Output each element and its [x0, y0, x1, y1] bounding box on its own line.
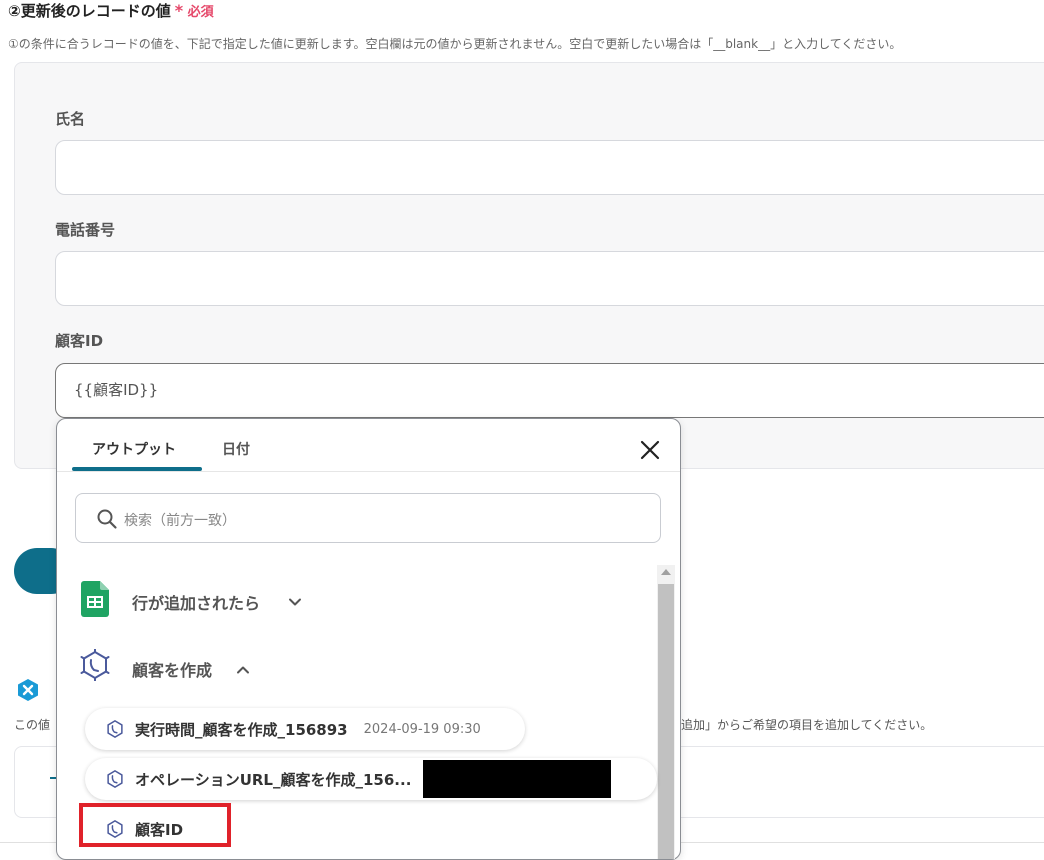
group-create-customer[interactable]: 顧客を作成	[132, 657, 212, 681]
output-item-value: 2024-09-19 09:30	[363, 721, 481, 737]
tab-date[interactable]: 日付	[222, 439, 250, 459]
close-icon[interactable]	[637, 437, 663, 463]
hidden-section-desc-left: この値	[14, 718, 51, 732]
chevron-down-icon[interactable]	[288, 595, 302, 609]
chevron-up-icon[interactable]	[236, 663, 250, 677]
field-label-phone: 電話番号	[55, 221, 116, 239]
crm-hexagon-icon	[107, 770, 123, 788]
output-picker-popup: アウトプット 日付 検索（前方一致） 行が追加されたら 顧客を作成 実行時間_顧…	[56, 418, 681, 860]
search-icon	[97, 509, 117, 529]
hexagon-x-icon	[18, 679, 38, 701]
required-badge: * 必須	[175, 1, 214, 20]
scrollbar-thumb[interactable]	[658, 584, 674, 859]
section-title: ②更新後のレコードの値 * 必須	[8, 0, 214, 21]
crm-hexagon-icon	[80, 649, 110, 681]
field-label-name: 氏名	[55, 110, 86, 128]
field-label-customer-id: 顧客ID	[55, 332, 104, 350]
customer-id-input[interactable]: {{顧客ID}}	[55, 363, 1044, 418]
output-item-name: オペレーションURL_顧客を作成_156...	[135, 770, 412, 789]
tab-output[interactable]: アウトプット	[92, 439, 176, 459]
output-item-exec-time[interactable]: 実行時間_顧客を作成_156893 2024-09-19 09:30	[85, 708, 525, 750]
name-input[interactable]	[55, 140, 1044, 195]
section-title-text: ②更新後のレコードの値	[8, 2, 171, 20]
search-box[interactable]: 検索（前方一致）	[75, 493, 661, 543]
scroll-up-arrow-icon[interactable]	[661, 569, 671, 575]
hidden-section-desc-right: 追加」からご希望の項目を追加してください。	[681, 718, 933, 732]
google-sheets-icon	[81, 581, 109, 617]
search-input[interactable]: 検索（前方一致）	[124, 510, 236, 530]
output-item-name: 実行時間_顧客を作成_156893	[135, 720, 348, 739]
redacted-value	[423, 760, 612, 798]
tab-divider	[57, 471, 680, 472]
phone-input[interactable]	[55, 251, 1044, 306]
section-description: ①の条件に合うレコードの値を、下記で指定した値に更新します。空白欄は元の値から更…	[8, 37, 902, 51]
group-row-added[interactable]: 行が追加されたら	[132, 590, 260, 614]
crm-hexagon-icon	[107, 720, 123, 738]
highlight-box	[79, 803, 231, 847]
required-label: 必須	[187, 5, 214, 20]
required-mark: *	[174, 1, 184, 20]
output-item-operation-url[interactable]: オペレーションURL_顧客を作成_156...	[85, 758, 657, 800]
